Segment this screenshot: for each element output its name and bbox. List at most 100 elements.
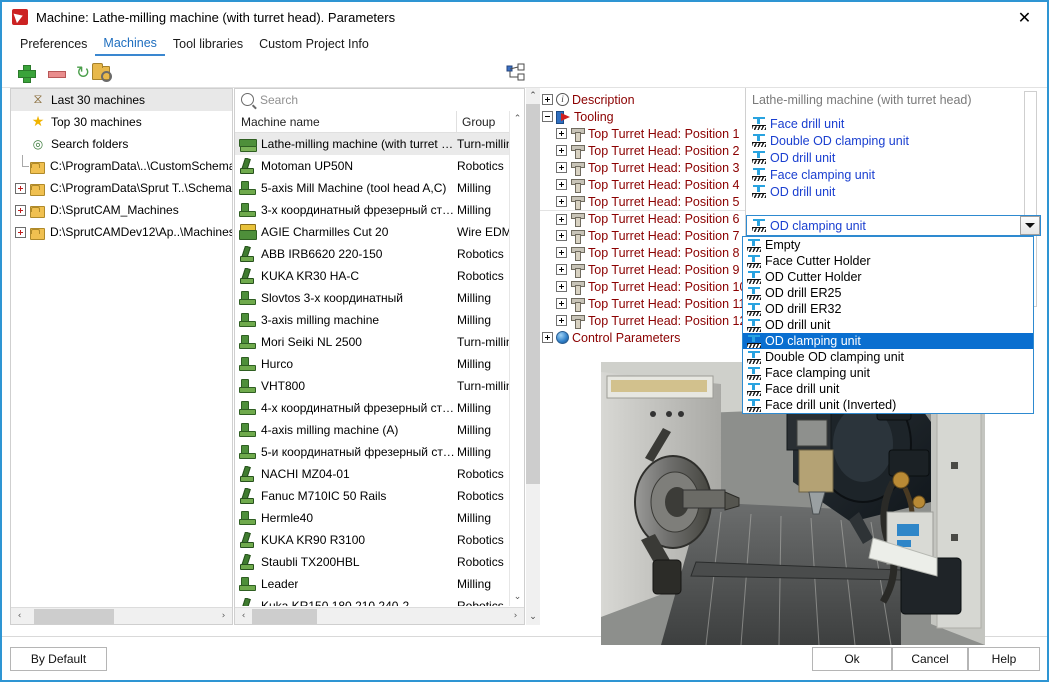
parameter-tree-node[interactable]: Control Parameters	[540, 329, 745, 346]
parameter-tree-node[interactable]: Top Turret Head: Position 9	[540, 261, 745, 278]
parameter-tree-node[interactable]: Top Turret Head: Position 6	[540, 210, 745, 227]
table-row[interactable]: Lathe-milling machine (with turret head)…	[235, 133, 524, 155]
chevron-down-icon[interactable]	[1020, 216, 1040, 235]
help-button[interactable]: Help	[968, 647, 1040, 671]
expand-plus-icon[interactable]	[556, 247, 567, 258]
table-row[interactable]: Leader Milling	[235, 573, 524, 595]
parameter-tree-node[interactable]: i Description	[540, 91, 745, 108]
table-row[interactable]: Motoman UP50N Robotics	[235, 155, 524, 177]
folder-tree-item[interactable]: D:\SprutCAM_Machines	[11, 199, 232, 221]
folder-tree-item[interactable]: D:\SprutCAMDev12\Ap..\Machines	[11, 221, 232, 243]
dropdown-option[interactable]: OD clamping unit	[743, 333, 1033, 349]
column-header-machine-name[interactable]: Machine name	[235, 110, 457, 133]
table-row[interactable]: Staubli TX200HBL Robotics	[235, 551, 524, 573]
tab-machines[interactable]: Machines	[95, 34, 165, 56]
table-row[interactable]: 3-х координатный фрезерный станок Milling	[235, 199, 524, 221]
ok-button[interactable]: Ok	[812, 647, 892, 671]
folder-tree-hscrollbar[interactable]: ‹ ›	[11, 607, 232, 624]
expand-plus-icon[interactable]	[556, 213, 567, 225]
expand-plus-icon[interactable]	[15, 226, 26, 238]
table-row[interactable]: 5-и координатный фрезерный стан… Milling	[235, 441, 524, 463]
tooling-unit-combobox[interactable]: OD clamping unit	[746, 215, 1041, 236]
dropdown-option[interactable]: Face drill unit	[743, 381, 1033, 397]
machine-hscroll-right-arrow[interactable]: ›	[507, 608, 524, 625]
param-scroll-up-arrow[interactable]: ⌃	[526, 88, 540, 104]
parameter-tree-node[interactable]: Top Turret Head: Position 10	[540, 278, 745, 295]
folder-tree-item[interactable]: C:\ProgramData\..\CustomSchemas	[11, 155, 232, 177]
parameter-tree-node[interactable]: Top Turret Head: Position 8	[540, 244, 745, 261]
table-row[interactable]: KUKA KR90 R3100 Robotics	[235, 529, 524, 551]
parameter-tree-node[interactable]: Top Turret Head: Position 11	[540, 295, 745, 312]
expand-plus-icon[interactable]	[556, 264, 567, 275]
dropdown-option[interactable]: OD drill ER25	[743, 285, 1033, 301]
tab-custom-project-info[interactable]: Custom Project Info	[251, 35, 377, 55]
dropdown-option[interactable]: OD drill ER32	[743, 301, 1033, 317]
expand-plus-icon[interactable]	[556, 145, 567, 156]
dropdown-option[interactable]: Face drill unit (Inverted)	[743, 397, 1033, 413]
hscroll-left-arrow[interactable]: ‹	[11, 608, 28, 625]
folder-tree-item[interactable]: ◎ Search folders	[11, 133, 232, 155]
tree-view-icon[interactable]	[505, 63, 527, 83]
list-item[interactable]: Double OD clamping unit	[746, 132, 1041, 149]
parameter-tree-node[interactable]: Top Turret Head: Position 12	[540, 312, 745, 329]
parameter-tree-node[interactable]: Top Turret Head: Position 3	[540, 159, 745, 176]
hscroll-right-arrow[interactable]: ›	[215, 608, 232, 625]
table-row[interactable]: Kuka KR150 180 210 240-2 Robotics	[235, 595, 524, 606]
close-icon[interactable]: ✕	[1002, 2, 1047, 32]
parameter-tree-vscrollbar[interactable]: ⌃ ⌄	[526, 88, 540, 625]
dropdown-option[interactable]: Face Cutter Holder	[743, 253, 1033, 269]
expand-plus-icon[interactable]	[556, 128, 567, 139]
parameter-tree-node[interactable]: Top Turret Head: Position 4	[540, 176, 745, 193]
machine-hscroll-left-arrow[interactable]: ‹	[235, 608, 252, 625]
search-input[interactable]: Search	[235, 89, 524, 111]
expand-plus-icon[interactable]	[556, 315, 567, 326]
hscroll-thumb[interactable]	[34, 608, 114, 624]
expand-plus-icon[interactable]	[556, 281, 567, 292]
cancel-button[interactable]: Cancel	[892, 647, 968, 671]
vscroll-up-arrow[interactable]: ⌃	[510, 111, 524, 128]
expand-plus-icon[interactable]	[15, 204, 26, 216]
expand-plus-icon[interactable]	[556, 196, 567, 207]
list-item[interactable]: OD drill unit	[746, 183, 1041, 200]
expand-plus-icon[interactable]	[542, 94, 553, 105]
folder-tree-item[interactable]: ⧖ Last 30 machines	[11, 89, 232, 111]
parameter-tree-node[interactable]: Top Turret Head: Position 5	[540, 193, 745, 210]
hscroll-track[interactable]	[28, 608, 215, 625]
add-icon[interactable]	[16, 63, 36, 83]
folder-tree-item[interactable]: ★ Top 30 machines	[11, 111, 232, 133]
machine-list-hscrollbar[interactable]: ‹ ›	[235, 607, 524, 624]
dropdown-option[interactable]: Double OD clamping unit	[743, 349, 1033, 365]
table-row[interactable]: 3-axis milling machine Milling	[235, 309, 524, 331]
dropdown-option[interactable]: Face clamping unit	[743, 365, 1033, 381]
table-row[interactable]: AGIE Charmilles Cut 20 Wire EDM	[235, 221, 524, 243]
tab-tool-libraries[interactable]: Tool libraries	[165, 35, 251, 55]
expand-plus-icon[interactable]	[556, 230, 567, 241]
tab-preferences[interactable]: Preferences	[12, 35, 95, 55]
table-row[interactable]: VHT800 Turn-milling	[235, 375, 524, 397]
folder-tree-item[interactable]: C:\ProgramData\Sprut T..\Schemas	[11, 177, 232, 199]
machine-hscroll-track[interactable]	[252, 608, 507, 625]
table-row[interactable]: ABB IRB6620 220-150 Robotics	[235, 243, 524, 265]
parameter-tree-node[interactable]: Top Turret Head: Position 7	[540, 227, 745, 244]
refresh-icon[interactable]: ↻	[73, 63, 93, 83]
table-row[interactable]: Hermle40 Milling	[235, 507, 524, 529]
by-default-button[interactable]: By Default	[10, 647, 107, 671]
remove-icon[interactable]	[46, 63, 66, 83]
expand-plus-icon[interactable]	[556, 162, 567, 173]
collapse-minus-icon[interactable]	[542, 111, 553, 122]
table-row[interactable]: Mori Seiki NL 2500 Turn-milling	[235, 331, 524, 353]
table-row[interactable]: NACHI MZ04-01 Robotics	[235, 463, 524, 485]
column-header-group[interactable]: Group	[457, 111, 509, 133]
tooling-unit-dropdown[interactable]: Empty Face Cutter Holder OD Cutter Holder O…	[742, 236, 1034, 414]
expand-plus-icon[interactable]	[15, 182, 26, 194]
param-scroll-down-arrow[interactable]: ⌄	[526, 609, 540, 625]
parameter-tree-node[interactable]: Tooling	[540, 108, 745, 125]
expand-plus-icon[interactable]	[556, 298, 567, 309]
list-item[interactable]: OD drill unit	[746, 149, 1041, 166]
table-row[interactable]: Fanuc M710IC 50 Rails Robotics	[235, 485, 524, 507]
dropdown-option[interactable]: Empty	[743, 237, 1033, 253]
browse-folder-icon[interactable]	[92, 63, 112, 82]
parameter-tree-node[interactable]: Top Turret Head: Position 2	[540, 142, 745, 159]
machine-list-vscrollbar[interactable]: ⌃ ⌄	[509, 111, 524, 606]
parameter-tree-node[interactable]: Top Turret Head: Position 1	[540, 125, 745, 142]
